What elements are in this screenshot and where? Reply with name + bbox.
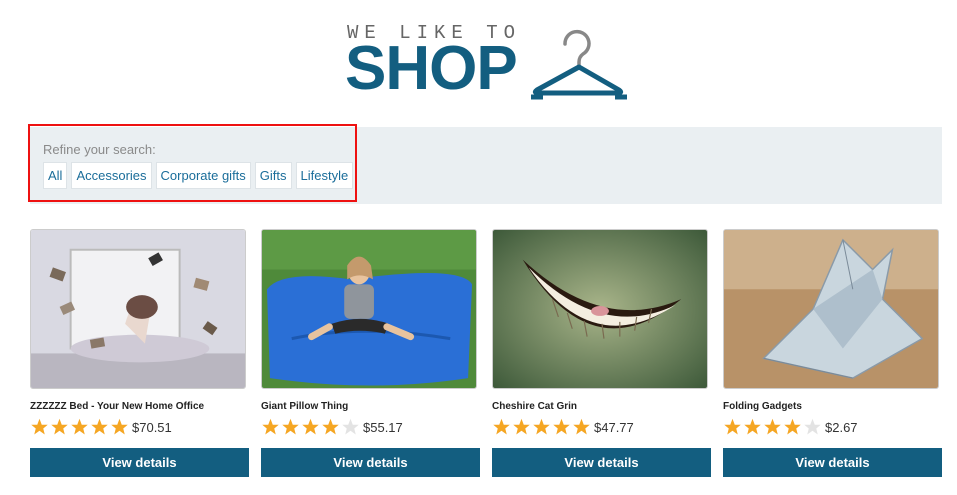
product-card: Giant Pillow Thing $55.17 View details <box>261 229 480 477</box>
star-icon <box>764 418 781 435</box>
star-icon <box>51 418 68 435</box>
site-logo[interactable]: WE LIKE TO SHOP <box>345 20 635 102</box>
filter-gifts-button[interactable]: Gifts <box>254 162 292 189</box>
star-icon <box>282 418 299 435</box>
product-price: $47.77 <box>594 419 634 435</box>
filter-accessories-button[interactable]: Accessories <box>71 162 152 189</box>
star-icon <box>573 418 590 435</box>
star-icon <box>553 418 570 435</box>
product-image[interactable] <box>261 229 477 389</box>
star-icon <box>744 418 761 435</box>
star-icon <box>71 418 88 435</box>
filter-options: All Accessories Corporate gifts Gifts Li… <box>43 162 354 189</box>
filter-label: Refine your search: <box>43 142 156 157</box>
product-rating: $70.51 <box>30 417 172 437</box>
product-image[interactable] <box>492 229 708 389</box>
logo-wordmark: SHOP <box>345 34 518 103</box>
product-rating: $55.17 <box>261 417 403 437</box>
star-icon <box>91 418 108 435</box>
star-icon <box>513 418 530 435</box>
star-icon <box>533 418 550 435</box>
filter-lifestyle-button[interactable]: Lifestyle <box>295 162 354 189</box>
product-name[interactable]: Giant Pillow Thing <box>261 401 348 412</box>
view-details-button[interactable]: View details <box>261 448 480 477</box>
star-icon <box>784 418 801 435</box>
product-image[interactable] <box>30 229 246 389</box>
filter-all-button[interactable]: All <box>43 162 68 189</box>
filter-corporate-gifts-button[interactable]: Corporate gifts <box>155 162 251 189</box>
star-icon <box>322 418 339 435</box>
product-rating: $2.67 <box>723 417 858 437</box>
product-card: Cheshire Cat Grin $47.77 View details <box>492 229 711 477</box>
star-empty-icon <box>342 418 359 435</box>
star-icon <box>724 418 741 435</box>
star-icon <box>31 418 48 435</box>
product-price: $70.51 <box>132 419 172 435</box>
product-price: $2.67 <box>825 419 858 435</box>
star-empty-icon <box>804 418 821 435</box>
star-icon <box>302 418 319 435</box>
product-card: ZZZZZZ Bed - Your New Home Office $70.51… <box>30 229 249 477</box>
view-details-button[interactable]: View details <box>30 448 249 477</box>
product-name[interactable]: Cheshire Cat Grin <box>492 401 577 412</box>
view-details-button[interactable]: View details <box>723 448 942 477</box>
product-card: Folding Gadgets $2.67 View details <box>723 229 942 477</box>
product-rating: $47.77 <box>492 417 634 437</box>
product-name[interactable]: ZZZZZZ Bed - Your New Home Office <box>30 401 204 412</box>
product-image[interactable] <box>723 229 939 389</box>
product-name[interactable]: Folding Gadgets <box>723 401 802 412</box>
product-price: $55.17 <box>363 419 403 435</box>
view-details-button[interactable]: View details <box>492 448 711 477</box>
star-icon <box>111 418 128 435</box>
hanger-icon <box>531 29 627 100</box>
star-icon <box>262 418 279 435</box>
star-icon <box>493 418 510 435</box>
